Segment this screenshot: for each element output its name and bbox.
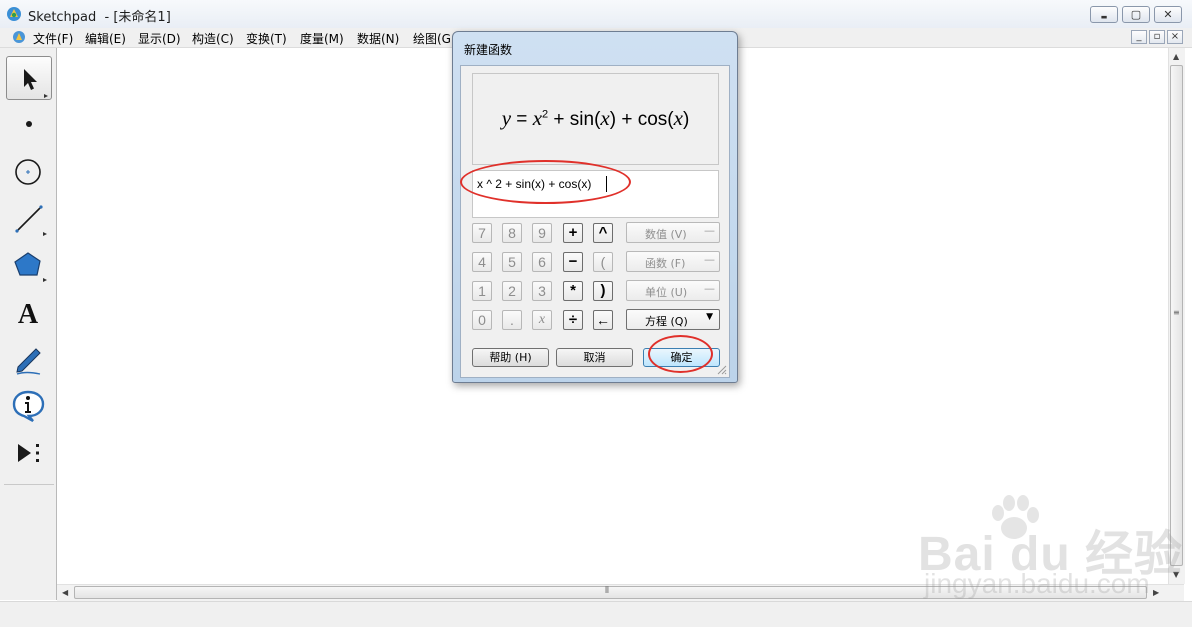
chevron-down-icon: ▼ (706, 312, 713, 322)
functions-menu-button[interactable]: 函数 (F) — (626, 251, 720, 272)
menu-edit[interactable]: 编辑(E) (85, 30, 126, 47)
expression-highlight-circle (460, 160, 631, 204)
custom-tool[interactable] (6, 432, 52, 476)
mdi-minimize-button[interactable]: _ (1131, 30, 1147, 44)
mdi-restore-button[interactable]: ▫ (1149, 30, 1165, 44)
key-5[interactable]: 5 (502, 252, 522, 272)
maximize-button[interactable]: ▢ (1122, 6, 1150, 23)
marker-pen-icon (16, 348, 41, 375)
minimize-icon: ▬ (1100, 13, 1108, 21)
text-a-icon: A (18, 299, 39, 330)
menu-measure[interactable]: 度量(M) (300, 30, 344, 47)
toolbox-divider (4, 484, 54, 485)
close-button[interactable]: ✕ (1154, 6, 1182, 23)
point-tool[interactable] (6, 104, 52, 148)
key-decimal[interactable]: . (502, 310, 522, 330)
menu-number[interactable]: 数据(N) (357, 30, 399, 47)
key-0[interactable]: 0 (472, 310, 492, 330)
equation-menu-button[interactable]: 方程 (Q) ▼ (626, 309, 720, 330)
point-icon (26, 121, 32, 127)
compass-circle-icon (15, 159, 41, 185)
title-bar: Sketchpad - [未命名1] ▬ ▢ ✕ (0, 0, 1192, 29)
key-plus[interactable]: + (563, 223, 583, 243)
dialog-body: y = x2 + sin(x) + cos(x) x ^ 2 + sin(x) … (460, 65, 730, 378)
key-multiply[interactable]: * (563, 281, 583, 301)
key-variable-x[interactable]: x (532, 310, 552, 330)
menu-construct[interactable]: 构造(C) (192, 30, 234, 47)
key-caret[interactable]: ^ (593, 223, 613, 243)
information-icon (12, 390, 45, 423)
key-backspace[interactable]: ← (593, 310, 613, 330)
polygon-icon (14, 252, 47, 282)
dialog-title: 新建函数 (464, 43, 513, 57)
key-close-paren[interactable]: ) (593, 281, 613, 301)
minimize-button[interactable]: ▬ (1090, 6, 1118, 23)
vertical-scrollbar[interactable]: ▲ ≡ ▼ (1168, 48, 1185, 584)
formula-preview-text: y = x2 + sin(x) + cos(x) (501, 106, 690, 130)
document-icon[interactable] (12, 30, 26, 44)
key-minus[interactable]: − (563, 252, 583, 272)
close-icon: ✕ (1163, 8, 1173, 21)
key-2[interactable]: 2 (502, 281, 522, 301)
polygon-tool[interactable] (6, 244, 52, 288)
key-6[interactable]: 6 (532, 252, 552, 272)
menu-graph[interactable]: 绘图(G (413, 30, 451, 47)
units-menu-button[interactable]: 单位 (U) — (626, 280, 720, 301)
text-tool[interactable]: A (6, 291, 52, 335)
key-3[interactable]: 3 (532, 281, 552, 301)
compass-tool[interactable] (6, 151, 52, 195)
information-tool[interactable] (6, 385, 52, 429)
new-function-dialog: 新建函数 y = x2 + sin(x) + cos(x) x ^ 2 + si… (452, 31, 738, 383)
scroll-right-icon[interactable]: ▶ (1153, 588, 1159, 597)
key-1[interactable]: 1 (472, 281, 492, 301)
line-segment-icon (15, 205, 47, 236)
menu-display[interactable]: 显示(D) (138, 30, 181, 47)
arrow-pointer-icon (24, 69, 48, 98)
window-title: Sketchpad - [未命名1] (28, 10, 171, 25)
svg-text:A: A (18, 299, 39, 330)
resize-grip-icon[interactable] (715, 363, 727, 375)
scroll-up-icon[interactable]: ▲ (1173, 52, 1179, 61)
mdi-close-button[interactable]: × (1167, 30, 1183, 44)
key-4[interactable]: 4 (472, 252, 492, 272)
values-menu-button[interactable]: 数值 (V) — (626, 222, 720, 243)
sketchpad-app-icon (7, 7, 21, 21)
menu-transform[interactable]: 变换(T) (246, 30, 287, 47)
scroll-left-icon[interactable]: ◀ (62, 588, 68, 597)
watermark-url: jingyan.baidu.com (924, 568, 1150, 599)
formula-preview: y = x2 + sin(x) + cos(x) (472, 73, 719, 165)
key-9[interactable]: 9 (532, 223, 552, 243)
status-bar (0, 601, 1192, 627)
help-button[interactable]: 帮助 (H) (472, 348, 549, 367)
key-divide[interactable]: ÷ (563, 310, 583, 330)
marker-tool[interactable] (6, 338, 52, 382)
arrow-tool[interactable] (6, 56, 52, 100)
key-7[interactable]: 7 (472, 223, 492, 243)
menu-file[interactable]: 文件(F) (33, 30, 73, 47)
key-open-paren[interactable]: ( (593, 252, 613, 272)
maximize-icon: ▢ (1130, 8, 1142, 21)
key-8[interactable]: 8 (502, 223, 522, 243)
vertical-scroll-thumb[interactable]: ≡ (1170, 65, 1183, 566)
ok-button-highlight-circle (648, 335, 713, 373)
toolbox: A (0, 48, 57, 600)
cancel-button[interactable]: 取消 (556, 348, 633, 367)
straightedge-tool[interactable] (6, 198, 52, 242)
custom-tools-play-icon (18, 444, 39, 462)
